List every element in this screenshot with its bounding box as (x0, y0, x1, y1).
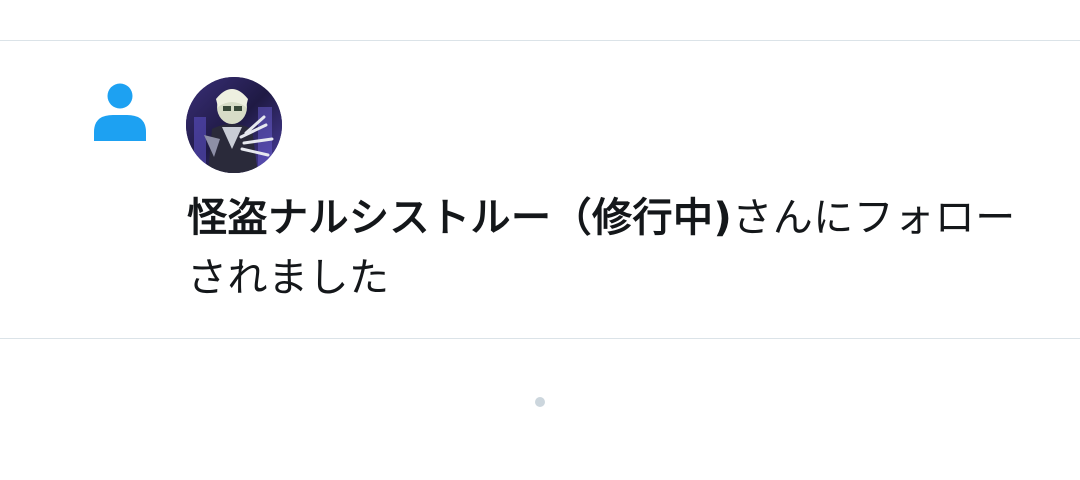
divider-bottom (0, 338, 1080, 339)
follow-notification[interactable]: 怪盗ナルシストルー（修行中)さんにフォローされました (0, 0, 1080, 338)
loading-indicator (535, 397, 545, 407)
user-avatar[interactable] (186, 77, 282, 173)
notifications-page: 怪盗ナルシストルー（修行中)さんにフォローされました (0, 0, 1080, 480)
notification-text: 怪盗ナルシストルー（修行中)さんにフォローされました (187, 188, 1027, 308)
user-name-link[interactable]: 怪盗ナルシストルー（修行中) (187, 195, 732, 241)
person-icon (94, 83, 146, 141)
avatar-image (186, 77, 282, 173)
